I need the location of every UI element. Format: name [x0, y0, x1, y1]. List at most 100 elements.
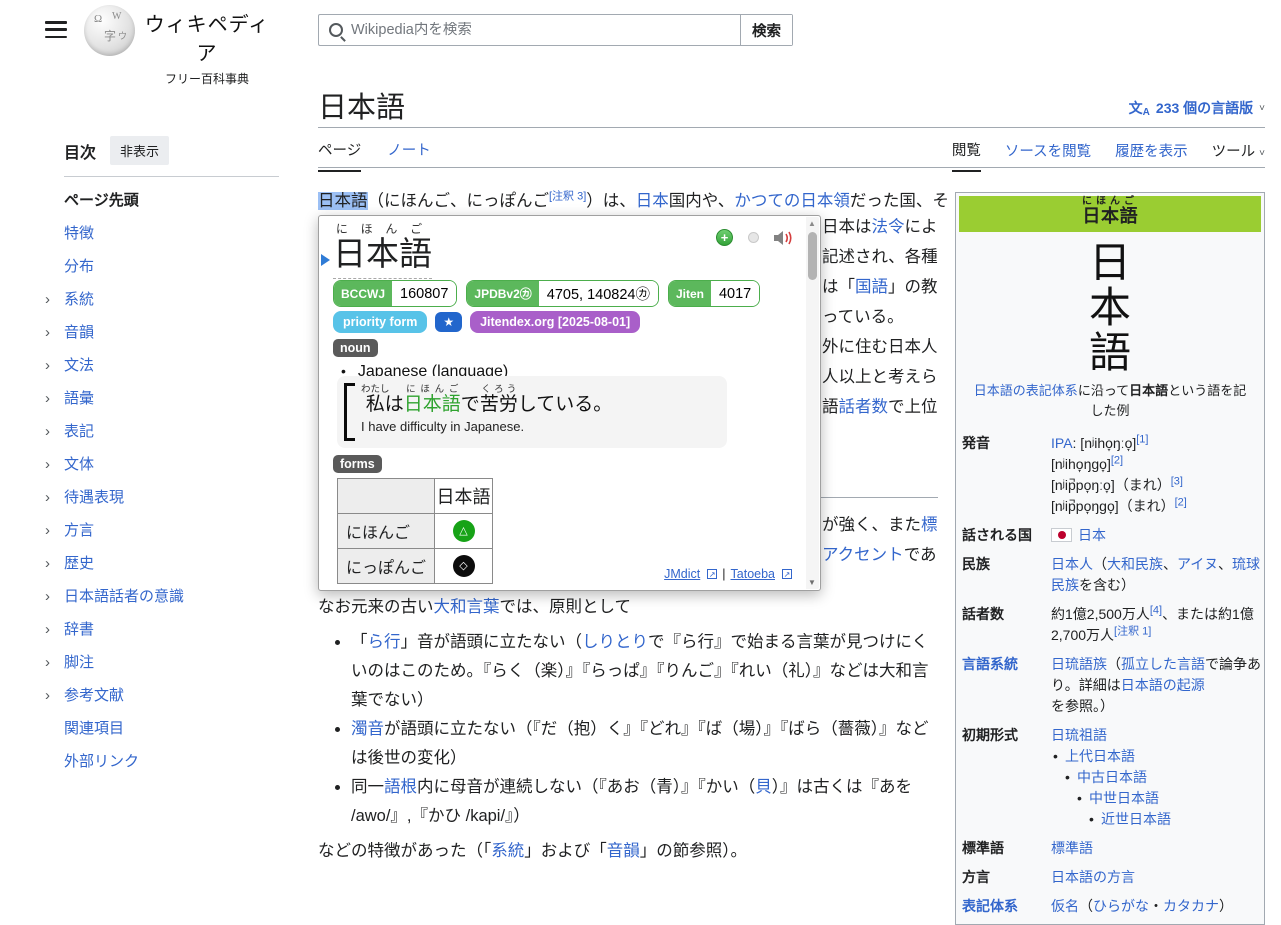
- forms-table: 日本語 にほんご △ にっぽんご ◇: [337, 478, 493, 584]
- row-label: 方言: [959, 863, 1047, 892]
- popup-scrollbar[interactable]: ▲ ▼: [806, 217, 819, 589]
- toc-item[interactable]: ›系統: [64, 290, 279, 323]
- row-label-link[interactable]: 表記体系: [959, 892, 1047, 921]
- forms-table-corner: [338, 479, 435, 514]
- page-title: 日本語: [318, 84, 405, 126]
- toc-item[interactable]: ›語彙: [64, 389, 279, 422]
- frequency-tag: Jiten4017: [668, 280, 760, 307]
- frequency-tags: BCCWJ160807 JPDBv2㋕4705, 140824㋕ Jiten40…: [333, 280, 760, 307]
- black-diamond-icon: ◇: [453, 555, 475, 577]
- toc-item[interactable]: ›歴史: [64, 554, 279, 587]
- toc-item[interactable]: ›表記: [64, 422, 279, 455]
- language-infobox: 日本語にほんご 日 本 語 日本語の表記体系に沿って日本語という語を記した例 発…: [955, 192, 1265, 925]
- chevron-right-icon[interactable]: ›: [45, 389, 50, 408]
- language-count: 233 個の言語版: [1156, 98, 1253, 118]
- infobox-row-standard: 標準語 標準語: [959, 834, 1261, 863]
- infobox-header: 日本語にほんご: [959, 196, 1261, 232]
- chevron-down-icon: ˅: [1259, 148, 1265, 159]
- dictionary-source-tag[interactable]: Jitendex.org [2025-08-01]: [470, 311, 640, 333]
- chevron-right-icon[interactable]: ›: [45, 653, 50, 672]
- play-audio-icon[interactable]: [774, 230, 794, 246]
- infobox-caption: 日本語の表記体系に沿って日本語という語を記した例: [959, 379, 1261, 429]
- example-japanese: 私わたしは日本語にほんごで苦労くろうしている。: [361, 384, 717, 416]
- star-icon[interactable]: ★: [435, 312, 462, 332]
- row-label: 発音: [959, 429, 1047, 521]
- infobox-row-dialects: 方言 日本語の方言: [959, 863, 1261, 892]
- article-fragment: は「国語」の教: [822, 272, 938, 302]
- chevron-right-icon[interactable]: ›: [45, 554, 50, 573]
- toc-item[interactable]: ›日本語話者の意識: [64, 587, 279, 620]
- forms-tag: forms: [333, 455, 382, 473]
- language-selector-button[interactable]: 文A 233 個の言語版 ˅: [1129, 98, 1265, 118]
- toc-item[interactable]: ›脚注: [64, 653, 279, 686]
- article-fragment: が強く、また標: [822, 510, 938, 540]
- row-label-link[interactable]: 言語系統: [959, 650, 1047, 721]
- toc-item[interactable]: 分布: [64, 257, 279, 290]
- duplicate-note-icon[interactable]: [748, 232, 759, 243]
- toc-item[interactable]: ›参考文献: [64, 686, 279, 719]
- japan-flag-icon: [1051, 528, 1072, 542]
- toc-item-top[interactable]: ページ先頭: [64, 191, 279, 224]
- chevron-right-icon[interactable]: ›: [45, 422, 50, 441]
- toc-item[interactable]: ›待遇表現: [64, 488, 279, 521]
- toc-item[interactable]: ›文体: [64, 455, 279, 488]
- article-fragment: 人以上と考えら: [822, 362, 938, 392]
- wikipedia-logo[interactable]: ΩW字ウ: [84, 5, 135, 56]
- chevron-right-icon[interactable]: ›: [45, 290, 50, 309]
- toc-item[interactable]: 特徴: [64, 224, 279, 257]
- chevron-right-icon[interactable]: ›: [45, 455, 50, 474]
- infobox-row-ethnicity: 民族 日本人（大和民族、アイヌ、琉球民族を含む）: [959, 550, 1261, 600]
- toc-heading: 目次: [64, 139, 96, 163]
- scrollbar-thumb[interactable]: [808, 232, 817, 280]
- early-form-link[interactable]: 近世日本語: [1051, 809, 1261, 830]
- row-label: 話される国: [959, 521, 1047, 550]
- dictionary-popup: 日本語にほんご + ▲ ▼ BCCWJ160807 JPDBv2㋕4705, 1…: [318, 215, 821, 591]
- chevron-right-icon[interactable]: ›: [45, 356, 50, 375]
- tatoeba-link[interactable]: Tatoeba: [731, 567, 775, 581]
- example-translation: I have difficulty in Japanese.: [361, 419, 717, 434]
- toc-item[interactable]: 外部リンク: [64, 752, 279, 785]
- article-fragment: 日本は法令によ: [822, 212, 938, 242]
- popup-headword: 日本語にほんご: [333, 222, 432, 279]
- infobox-row-family: 言語系統 日琉語族（孤立した言語で論争あり。詳細は日本語の起源を参照。）: [959, 650, 1261, 721]
- title-divider: [318, 127, 1265, 128]
- calligraphy-sample: 日 本 語: [959, 232, 1261, 379]
- article-fragment: 外に住む日本人: [822, 332, 938, 362]
- forms-row-mark: ◇: [435, 549, 493, 584]
- scroll-up-icon[interactable]: ▲: [808, 219, 816, 228]
- chevron-right-icon[interactable]: ›: [45, 488, 50, 507]
- chevron-right-icon[interactable]: ›: [45, 620, 50, 639]
- site-title: ウィキペディア: [142, 8, 272, 66]
- toc-item[interactable]: ›方言: [64, 521, 279, 554]
- chevron-right-icon[interactable]: ›: [45, 521, 50, 540]
- external-link-icon: ↗: [707, 569, 717, 579]
- external-link-icon: ↗: [782, 569, 792, 579]
- toc-hide-button[interactable]: 非表示: [110, 136, 169, 165]
- tabs-divider: [318, 167, 1265, 168]
- article-fragment: っている。: [822, 302, 904, 332]
- scroll-down-icon[interactable]: ▼: [808, 578, 816, 587]
- forms-table-header: 日本語: [435, 479, 493, 514]
- infobox-row-speakers: 話者数 約1億2,500万人[4]、または約1億2,700万人[注釈 1]: [959, 600, 1261, 650]
- toc-item[interactable]: ›辞書: [64, 620, 279, 653]
- toc-item[interactable]: ›文法: [64, 356, 279, 389]
- early-form-link[interactable]: 中古日本語: [1051, 767, 1261, 788]
- chevron-down-icon: ˅: [1259, 103, 1265, 114]
- table-of-contents: 目次 非表示 ページ先頭 特徴 分布 ›系統 ›音韻 ›文法 ›語彙 ›表記 ›…: [64, 136, 279, 785]
- jmdict-link[interactable]: JMdict: [664, 567, 700, 581]
- chevron-right-icon[interactable]: ›: [45, 686, 50, 705]
- search-button[interactable]: 検索: [740, 15, 792, 45]
- main-menu-icon[interactable]: [45, 21, 67, 38]
- forms-row-reading: にほんご: [338, 514, 435, 549]
- toc-item[interactable]: 関連項目: [64, 719, 279, 752]
- row-label: 標準語: [959, 834, 1047, 863]
- add-note-icon[interactable]: +: [716, 229, 733, 246]
- site-wordmark[interactable]: ウィキペディア フリー百科事典: [142, 8, 272, 87]
- early-form-link[interactable]: 上代日本語: [1051, 746, 1261, 767]
- priority-form-tag: priority form: [333, 311, 427, 333]
- chevron-right-icon[interactable]: ›: [45, 323, 50, 342]
- early-form-link[interactable]: 中世日本語: [1051, 788, 1261, 809]
- toc-item[interactable]: ›音韻: [64, 323, 279, 356]
- chevron-right-icon[interactable]: ›: [45, 587, 50, 606]
- search-input[interactable]: [351, 22, 740, 38]
